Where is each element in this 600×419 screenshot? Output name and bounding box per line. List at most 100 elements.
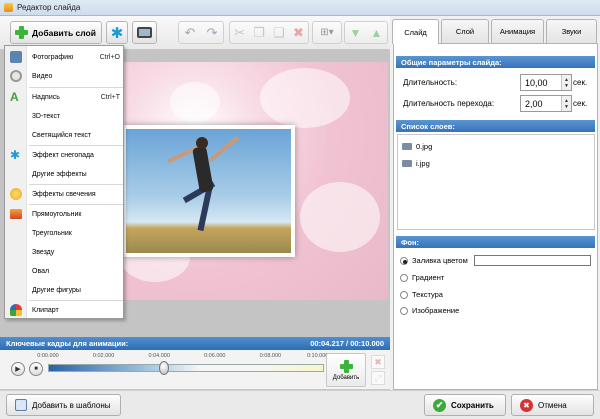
tab-slide[interactable]: Слайд — [392, 19, 439, 44]
menu-item-text[interactable]: A Надпись Ctrl+T — [5, 88, 123, 106]
timeline-thumb[interactable] — [158, 361, 169, 375]
preview-screen-button[interactable] — [132, 21, 157, 44]
layers-list[interactable]: 0.jpg i.jpg — [397, 134, 595, 230]
video-icon — [10, 70, 22, 82]
photo-image — [126, 129, 291, 253]
tick-label: 0:04.000 — [148, 353, 170, 359]
arrange-icon: ⊞▾ — [320, 27, 334, 38]
move-up-icon[interactable]: ▲ — [371, 26, 383, 40]
transition-unit: сек. — [573, 99, 588, 108]
menu-item-rectangle[interactable]: Прямоугольник — [5, 205, 123, 223]
tick-label: 0:00.000 — [37, 353, 59, 359]
checkmark-icon: ✔ — [433, 398, 446, 412]
monitor-icon — [137, 27, 152, 38]
menu-item-clipart[interactable]: Клипарт — [5, 301, 123, 319]
image-file-icon — [402, 143, 412, 150]
plus-icon — [15, 26, 28, 39]
edit-group: ✂ ❐ ❏ ✖ — [229, 21, 309, 44]
tick-label: 0:02.000 — [92, 353, 115, 359]
template-icon — [15, 399, 27, 411]
bg-gradient-radio[interactable]: Градиент — [400, 273, 444, 282]
timeline-ticks: 0:00.000 0:02.000 0:04.000 0:06.000 0:08… — [37, 353, 328, 361]
photo-layer[interactable] — [122, 125, 295, 257]
stop-button[interactable]: ■ — [29, 362, 43, 376]
tab-layer[interactable]: Слой — [441, 19, 489, 43]
tab-animation[interactable]: Анимация — [491, 19, 544, 43]
save-button[interactable]: ✔ Сохранить — [424, 394, 506, 416]
keyframes-header: Ключевые кадры для анимации: 00:04.217 /… — [0, 337, 390, 350]
menu-item-oval[interactable]: Овал — [5, 262, 123, 280]
move-down-icon[interactable]: ▼ — [350, 26, 362, 40]
layer-name: 0.jpg — [416, 142, 433, 151]
timeline-track[interactable] — [48, 364, 324, 372]
duration-value: 10,00 — [525, 77, 548, 88]
layer-name: i.jpg — [416, 159, 430, 168]
menu-item-video[interactable]: Видео — [5, 67, 123, 85]
list-item[interactable]: i.jpg — [402, 159, 430, 168]
tick-label: 0:08.000 — [259, 353, 282, 359]
text-icon: A — [10, 90, 19, 104]
menu-item-glow-effects[interactable]: Эффекты свечения — [5, 185, 123, 203]
menu-item-photo[interactable]: Фотографию Ctrl+O — [5, 48, 123, 66]
add-layer-label: Добавить слой — [32, 27, 96, 38]
add-to-templates-button[interactable]: Добавить в шаблоны — [6, 394, 121, 416]
save-label: Сохранить — [451, 400, 494, 410]
glow-icon — [10, 188, 22, 200]
menu-item-glowing-text[interactable]: Светящийся текст — [5, 126, 123, 144]
transition-spinner[interactable]: 2,00 ▲ ▼ — [520, 95, 572, 112]
background-header: Фон: — [396, 236, 595, 248]
paste-icon[interactable]: ❏ — [273, 25, 285, 41]
cancel-button[interactable]: ✖ Отмена — [511, 394, 594, 416]
slide-params-header: Общие параметры слайда: — [396, 56, 595, 68]
layer-order-group: ▼ ▲ — [344, 21, 388, 44]
delete-icon[interactable]: ✖ — [293, 25, 304, 41]
bg-texture-radio[interactable]: Текстура — [400, 290, 443, 299]
menu-item-star[interactable]: Звезду — [5, 243, 123, 261]
play-button[interactable]: ▶ — [11, 362, 25, 376]
redo-icon[interactable]: ↷ — [207, 25, 218, 41]
menu-item-3d-text[interactable]: 3D-текст — [5, 107, 123, 125]
add-layer-button[interactable]: Добавить слой — [10, 21, 102, 44]
list-item[interactable]: 0.jpg — [402, 142, 432, 151]
radio-checked — [400, 256, 408, 265]
menu-item-snow-effect[interactable]: ✱ Эффект снегопада — [5, 146, 123, 164]
radio-unchecked — [400, 273, 408, 282]
cut-icon[interactable]: ✂ — [234, 25, 245, 41]
window-titlebar: Редактор слайда — [0, 0, 600, 16]
radio-unchecked — [400, 306, 408, 315]
menu-item-other-shapes[interactable]: Другие фигуры — [5, 281, 123, 299]
clipart-icon — [10, 304, 22, 316]
delete-keyframe-button[interactable]: ✖ — [371, 355, 385, 369]
add-keyframe-button[interactable]: Добавить — [326, 353, 366, 387]
bg-image-radio[interactable]: Изображение — [400, 306, 459, 315]
add-to-templates-label: Добавить в шаблоны — [32, 400, 111, 410]
arrange-dropdown[interactable]: ⊞▾ — [312, 21, 342, 44]
spinner-arrows-icon[interactable]: ▲ ▼ — [561, 75, 571, 90]
undo-icon[interactable]: ↶ — [185, 25, 196, 41]
keyframes-time: 00:04.217 / 00:10.000 — [310, 339, 384, 348]
rectangle-icon — [10, 209, 22, 219]
photo-icon — [10, 51, 22, 63]
menu-item-other-effects[interactable]: Другие эффекты — [5, 165, 123, 183]
snowflake-icon: ✱ — [10, 148, 21, 162]
transition-label: Длительность перехода: — [403, 99, 495, 108]
snowflake-icon: ✱ — [110, 24, 124, 42]
undo-redo-group: ↶ ↷ — [178, 21, 224, 44]
menu-item-triangle[interactable]: Треугольник — [5, 224, 123, 242]
spinner-arrows-icon[interactable]: ▲ ▼ — [561, 96, 571, 111]
app-icon — [4, 3, 13, 12]
radio-unchecked — [400, 290, 408, 299]
duration-unit: сек. — [573, 78, 588, 87]
stop-icon: ■ — [34, 366, 38, 372]
duration-spinner[interactable]: 10,00 ▲ ▼ — [520, 74, 572, 91]
copy-icon[interactable]: ❐ — [253, 25, 265, 41]
snow-effect-button[interactable]: ✱ — [106, 21, 128, 44]
bg-fill-color-radio[interactable]: Заливка цветом — [400, 256, 468, 265]
tab-sounds[interactable]: Звуки — [546, 19, 597, 43]
cancel-label: Отмена — [538, 400, 567, 410]
play-icon: ▶ — [15, 366, 21, 373]
transition-value: 2,00 — [525, 98, 543, 109]
resize-keyframe-button[interactable]: ⤢ — [371, 371, 385, 385]
image-file-icon — [402, 160, 412, 167]
fill-color-picker[interactable] — [474, 255, 591, 266]
